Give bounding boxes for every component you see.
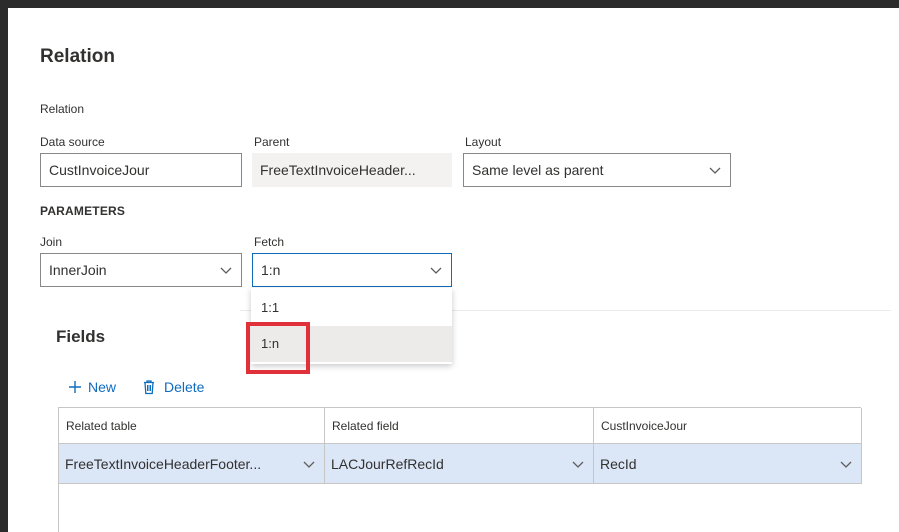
layout-select[interactable]: Same level as parent — [463, 153, 731, 187]
parent-field: FreeTextInvoiceHeader... — [252, 153, 452, 187]
column-header-related-table[interactable]: Related table — [59, 408, 325, 444]
cell-related-field[interactable]: LACJourRefRecId — [325, 444, 594, 484]
chevron-down-icon — [220, 267, 232, 274]
join-select-value: InnerJoin — [49, 262, 107, 278]
join-select[interactable]: InnerJoin — [40, 253, 242, 287]
column-header-custinvoicejour[interactable]: CustInvoiceJour — [594, 408, 862, 444]
chevron-down-icon — [303, 461, 315, 468]
data-source-field[interactable]: CustInvoiceJour — [40, 153, 242, 187]
delete-button-label: Delete — [164, 379, 205, 395]
relation-section-label: Relation — [40, 102, 85, 116]
window-frame-top — [0, 0, 899, 8]
page-title: Relation — [40, 46, 115, 67]
cell-related-field-value: LACJourRefRecId — [331, 456, 444, 472]
cell-related-table[interactable]: FreeTextInvoiceHeaderFooter... — [59, 444, 325, 484]
chevron-down-icon — [709, 167, 721, 174]
window-frame-left — [0, 0, 8, 532]
column-header-related-field[interactable]: Related field — [325, 408, 594, 444]
new-button-label: New — [88, 379, 117, 395]
fields-grid: Related table Related field CustInvoiceJ… — [58, 407, 862, 532]
table-row[interactable]: FreeTextInvoiceHeaderFooter... LACJourRe… — [59, 444, 862, 484]
fetch-select-value: 1:n — [261, 262, 281, 278]
add-icon — [69, 381, 81, 393]
parameters-heading: PARAMETERS — [40, 204, 126, 218]
cell-custinvoicejour[interactable]: RecId — [594, 444, 862, 484]
parent-label: Parent — [254, 135, 290, 149]
fetch-select[interactable]: 1:n — [252, 253, 452, 287]
fields-heading: Fields — [56, 327, 106, 346]
cell-related-table-value: FreeTextInvoiceHeaderFooter... — [65, 456, 262, 472]
cell-custinvoicejour-value: RecId — [600, 456, 637, 472]
highlight-box — [246, 322, 310, 374]
fetch-label: Fetch — [254, 235, 285, 249]
trash-icon — [144, 380, 154, 395]
data-source-label: Data source — [40, 135, 105, 149]
layout-select-value: Same level as parent — [472, 162, 604, 178]
join-label: Join — [40, 235, 63, 249]
chevron-down-icon — [430, 267, 442, 274]
layout-label: Layout — [465, 135, 502, 149]
chevron-down-icon — [572, 461, 584, 468]
chevron-down-icon — [840, 461, 852, 468]
fetch-option-1-1[interactable]: 1:1 — [251, 290, 452, 326]
